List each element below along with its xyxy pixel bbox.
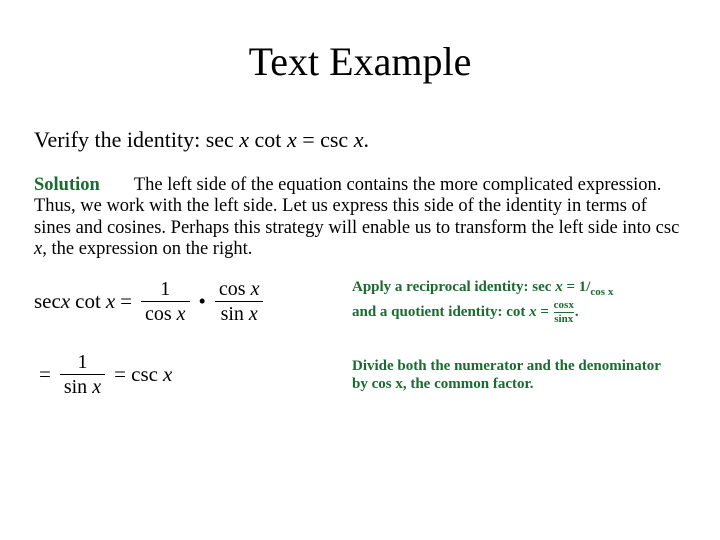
prompt-period: . xyxy=(363,127,369,152)
n1-period: . xyxy=(575,304,579,320)
formula-2: = 1 sin x = csc x xyxy=(34,351,334,398)
n1-frac-n: cosx xyxy=(554,300,574,311)
prompt-x3: x xyxy=(354,127,364,152)
derivation-row-1: sec x cot x = 1 cos x • cos x xyxy=(34,278,686,325)
note-1: Apply a reciprocal identity: sec x = 1/c… xyxy=(352,278,686,324)
f1-eq: = xyxy=(120,289,132,314)
f2-frac-sin: sin xyxy=(64,376,87,398)
f1-x2: x xyxy=(106,289,115,314)
f2-x: x xyxy=(163,362,172,387)
problem-prompt: Verify the identity: sec x cot x = csc x… xyxy=(34,127,686,153)
prompt-x1: x xyxy=(239,127,254,152)
f1-frac2-bar xyxy=(215,301,264,302)
slide: Text Example Verify the identity: sec x … xyxy=(0,0,720,540)
prompt-lead: Verify the identity: xyxy=(34,127,206,152)
solution-italic-x: x xyxy=(34,239,42,259)
f2-frac-n: 1 xyxy=(73,351,91,373)
solution-text: The left side of the equation contains t… xyxy=(34,175,679,238)
f1-frac2-nx: x xyxy=(251,278,260,300)
n1-cosx: cos x xyxy=(590,286,613,298)
f2-eq1: = xyxy=(39,362,51,387)
f1-frac1-x: x xyxy=(177,303,186,325)
f1-frac1-bar xyxy=(141,301,190,302)
f1-frac2-num: cos x xyxy=(215,278,264,300)
f1-frac2-dx: x xyxy=(249,303,258,325)
prompt-eq-csc: = csc xyxy=(302,127,354,152)
n1-frac: cosx sinx xyxy=(554,300,574,325)
n1-t3: and a quotient identity: cot xyxy=(352,304,529,320)
f2-eq2: = csc xyxy=(114,362,158,387)
f1-frac1: 1 cos x xyxy=(141,278,190,325)
f1-dot: • xyxy=(199,289,206,314)
f1-frac1-cos: cos xyxy=(145,303,172,325)
f1-x1: x xyxy=(61,289,70,314)
n1-t2: = 1/ xyxy=(566,279,590,295)
f1-frac2-den: sin x xyxy=(217,303,262,325)
derivation-rows: sec x cot x = 1 cos x • cos x xyxy=(34,278,686,398)
f1-cot: cot xyxy=(75,289,101,314)
f1-frac1-den: cos x xyxy=(141,303,190,325)
solution-paragraph: SolutionThe left side of the equation co… xyxy=(34,175,686,260)
f1-frac2-cos: cos xyxy=(219,278,246,300)
n1-x1: x xyxy=(555,279,566,295)
f2-frac: 1 sin x xyxy=(60,351,105,398)
n1-x2: x xyxy=(529,304,540,320)
prompt-x2: x xyxy=(287,127,302,152)
n1-t1: Apply a reciprocal identity: sec xyxy=(352,279,555,295)
derivation-row-2: = 1 sin x = csc x Divide both the numera… xyxy=(34,351,686,398)
f1-frac1-num: 1 xyxy=(156,278,174,300)
f1-sec: sec xyxy=(34,289,61,314)
f2-frac-bar xyxy=(60,374,105,375)
prompt-cot: cot xyxy=(255,127,287,152)
n1-frac-d: sinx xyxy=(554,314,573,325)
solution-text-after: , the expression on the right. xyxy=(42,239,252,259)
n1-t4: = xyxy=(540,304,552,320)
f2-frac-x: x xyxy=(92,376,101,398)
f1-frac2: cos x sin x xyxy=(215,278,264,325)
n2-text: Divide both the numerator and the denomi… xyxy=(352,358,661,392)
f2-frac-den: sin x xyxy=(60,376,105,398)
note-2: Divide both the numerator and the denomi… xyxy=(352,357,686,393)
formula-1: sec x cot x = 1 cos x • cos x xyxy=(34,278,334,325)
page-title: Text Example xyxy=(34,38,686,85)
f1-frac2-sin: sin xyxy=(221,303,244,325)
prompt-sec: sec xyxy=(206,127,240,152)
solution-label: Solution xyxy=(34,175,100,195)
